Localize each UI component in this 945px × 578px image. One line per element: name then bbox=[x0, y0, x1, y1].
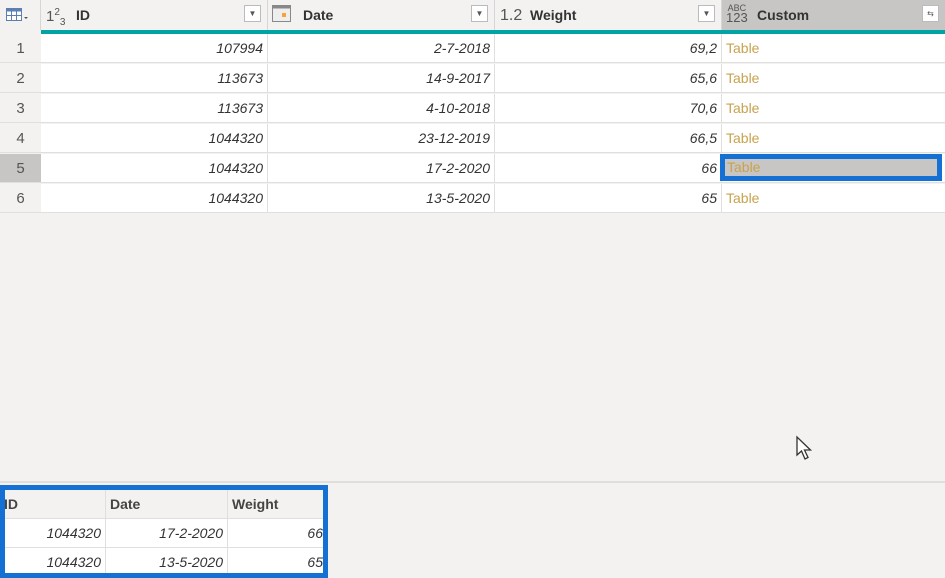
table-preview-pane: ID Date Weight 1044320 17-2-2020 66 1044… bbox=[0, 485, 328, 578]
cell-weight[interactable]: 66 bbox=[495, 154, 722, 183]
table-row: 1 107994 2-7-2018 69,2 Table bbox=[0, 34, 945, 64]
cell-id[interactable]: 1044320 bbox=[41, 184, 268, 213]
selected-cell-highlight[interactable]: Table bbox=[720, 154, 942, 181]
table-menu-button[interactable] bbox=[0, 0, 41, 30]
cell-date[interactable]: 23-12-2019 bbox=[268, 124, 495, 153]
expand-column-icon[interactable]: ⇆ bbox=[922, 5, 939, 22]
preview-cell-id: 1044320 bbox=[5, 548, 106, 573]
row-number[interactable]: 5 bbox=[0, 154, 41, 183]
preview-cell-weight: 66 bbox=[228, 519, 323, 548]
row-number[interactable]: 1 bbox=[0, 34, 41, 63]
cell-date[interactable]: 4-10-2018 bbox=[268, 94, 495, 123]
filter-dropdown-date[interactable]: ▼ bbox=[471, 5, 488, 22]
cell-weight[interactable]: 70,6 bbox=[495, 94, 722, 123]
column-header-id[interactable]: 123 ID ▼ bbox=[41, 0, 268, 30]
mouse-cursor-icon bbox=[796, 435, 813, 460]
any-type-icon[interactable]: ABC 123 bbox=[726, 3, 748, 24]
column-header-custom[interactable]: ABC 123 Custom ⇆ bbox=[722, 0, 945, 30]
cell-custom-table-link[interactable]: Table bbox=[722, 64, 945, 93]
cell-date[interactable]: 13-5-2020 bbox=[268, 184, 495, 213]
row-number[interactable]: 2 bbox=[0, 64, 41, 93]
table-row: 6 1044320 13-5-2020 65 Table bbox=[0, 184, 945, 214]
preview-cell-date: 13-5-2020 bbox=[106, 548, 228, 573]
column-header-date[interactable]: Date ▼ bbox=[268, 0, 495, 30]
preview-cell-id: 1044320 bbox=[5, 519, 106, 548]
table-row: 2 113673 14-9-2017 65,6 Table bbox=[0, 64, 945, 94]
cell-id[interactable]: 1044320 bbox=[41, 124, 268, 153]
preview-header-date: Date bbox=[106, 490, 228, 519]
cell-id[interactable]: 1044320 bbox=[41, 154, 268, 183]
preview-header-weight: Weight bbox=[228, 490, 323, 519]
cell-id[interactable]: 113673 bbox=[41, 64, 268, 93]
cell-weight[interactable]: 65,6 bbox=[495, 64, 722, 93]
preview-row: 1044320 13-5-2020 65 bbox=[5, 548, 323, 573]
whole-number-type-icon[interactable]: 123 bbox=[46, 7, 65, 28]
decimal-type-icon[interactable]: 1.2 bbox=[500, 7, 522, 25]
row-number[interactable]: 4 bbox=[0, 124, 41, 153]
filter-dropdown-id[interactable]: ▼ bbox=[244, 5, 261, 22]
preview-header-row: ID Date Weight bbox=[5, 490, 323, 519]
filter-dropdown-weight[interactable]: ▼ bbox=[698, 5, 715, 22]
cell-date[interactable]: 17-2-2020 bbox=[268, 154, 495, 183]
row-number[interactable]: 3 bbox=[0, 94, 41, 123]
cell-weight[interactable]: 69,2 bbox=[495, 34, 722, 63]
table-row: 3 113673 4-10-2018 70,6 Table bbox=[0, 94, 945, 124]
preview-header-id: ID bbox=[5, 490, 106, 519]
preview-divider[interactable] bbox=[0, 481, 945, 483]
table-icon bbox=[6, 8, 28, 21]
cell-id[interactable]: 113673 bbox=[41, 94, 268, 123]
cell-custom-table-link[interactable]: Table bbox=[722, 34, 945, 63]
cell-weight[interactable]: 66,5 bbox=[495, 124, 722, 153]
preview-row: 1044320 17-2-2020 66 bbox=[5, 519, 323, 548]
column-header-weight[interactable]: 1.2 Weight ▼ bbox=[495, 0, 722, 30]
cell-custom-table-link[interactable]: Table bbox=[722, 94, 945, 123]
preview-cell-weight: 65 bbox=[228, 548, 323, 573]
preview-cell-date: 17-2-2020 bbox=[106, 519, 228, 548]
cell-date[interactable]: 2-7-2018 bbox=[268, 34, 495, 63]
cell-custom-table-link[interactable]: Table bbox=[722, 124, 945, 153]
row-number[interactable]: 6 bbox=[0, 184, 41, 213]
cell-date[interactable]: 14-9-2017 bbox=[268, 64, 495, 93]
cell-weight[interactable]: 65 bbox=[495, 184, 722, 213]
cell-id[interactable]: 107994 bbox=[41, 34, 268, 63]
table-row: 4 1044320 23-12-2019 66,5 Table bbox=[0, 124, 945, 154]
calendar-type-icon[interactable] bbox=[272, 5, 292, 23]
cell-custom-table-link[interactable]: Table bbox=[722, 184, 945, 213]
